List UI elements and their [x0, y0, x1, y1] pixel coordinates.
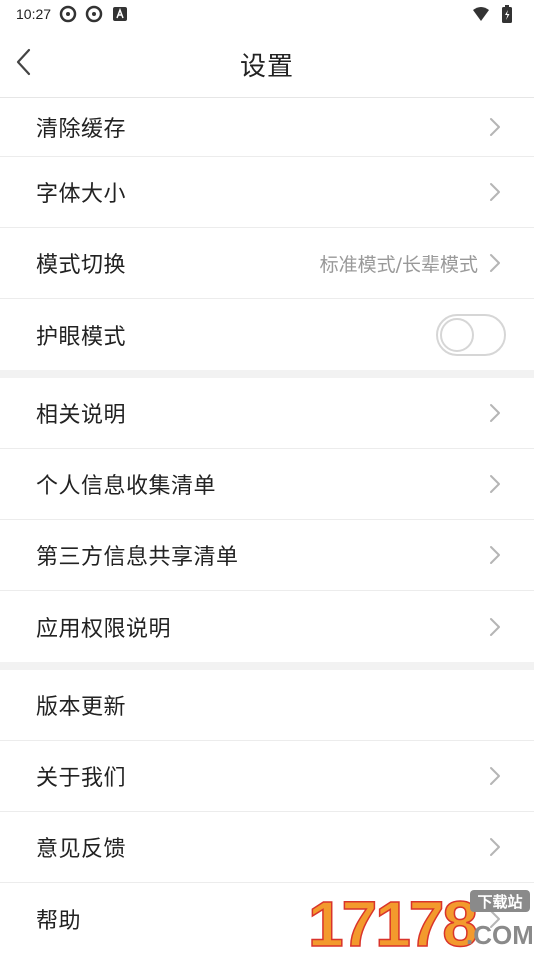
- page-title: 设置: [239, 52, 294, 82]
- setting-label: 清除缓存: [36, 117, 127, 142]
- watermark-badge: 下载站: [477, 893, 522, 911]
- setting-label: 相关说明: [36, 403, 127, 428]
- sync-icon: [59, 5, 77, 23]
- wifi-icon: [472, 5, 490, 23]
- a-icon: [111, 5, 129, 23]
- setting-personal-info-list[interactable]: 个人信息收集清单: [0, 449, 534, 520]
- setting-font-size[interactable]: 字体大小: [0, 157, 534, 228]
- status-right: [472, 5, 516, 23]
- setting-label: 版本更新: [36, 695, 127, 720]
- battery-icon: [498, 5, 516, 23]
- status-left: 10:27: [16, 5, 129, 23]
- setting-label: 意见反馈: [36, 837, 127, 862]
- setting-label: 应用权限说明: [36, 616, 172, 642]
- setting-related-info[interactable]: 相关说明: [0, 378, 534, 449]
- watermark-suffix: .COM: [466, 920, 532, 950]
- app-header: 设置: [0, 28, 534, 98]
- setting-label: 关于我们: [36, 766, 127, 791]
- chevron-right-icon: [488, 616, 502, 638]
- setting-third-party-sharing[interactable]: 第三方信息共享清单: [0, 520, 534, 591]
- watermark-digits: 17178: [308, 888, 476, 950]
- site-watermark-logo: 17178 下载站 .COM: [307, 888, 532, 950]
- chevron-right-icon: [488, 836, 502, 858]
- setting-label: 帮助: [36, 908, 82, 934]
- setting-app-permissions[interactable]: 应用权限说明: [0, 591, 534, 662]
- setting-value: 标准模式/长辈模式: [319, 253, 478, 276]
- setting-label: 护眼模式: [36, 324, 127, 350]
- setting-label: 字体大小: [36, 182, 127, 207]
- chevron-right-icon: [488, 765, 502, 787]
- group-divider: [0, 662, 534, 670]
- chevron-right-icon: [488, 544, 502, 566]
- chevron-right-icon: [488, 116, 502, 138]
- status-time: 10:27: [16, 6, 52, 22]
- setting-mode-switch[interactable]: 模式切换 标准模式/长辈模式: [0, 228, 534, 299]
- setting-label: 个人信息收集清单: [36, 474, 217, 499]
- setting-clear-cache[interactable]: 清除缓存: [0, 98, 534, 157]
- group-divider: [0, 370, 534, 378]
- setting-feedback[interactable]: 意见反馈: [0, 812, 534, 883]
- setting-label: 第三方信息共享清单: [36, 545, 239, 570]
- status-bar: 10:27: [0, 0, 534, 28]
- chevron-right-icon: [488, 181, 502, 203]
- setting-eye-care: 护眼模式: [0, 299, 534, 370]
- settings-list: 清除缓存 字体大小 模式切换 标准模式/长辈模式 护眼模式 相关说明 个人信息收…: [0, 98, 534, 954]
- toggle-knob: [440, 317, 474, 352]
- setting-about-us[interactable]: 关于我们: [0, 741, 534, 812]
- chevron-right-icon: [488, 402, 502, 424]
- sync-icon: [85, 5, 103, 23]
- setting-label: 模式切换: [36, 253, 127, 278]
- eye-care-toggle[interactable]: [436, 313, 506, 356]
- chevron-right-icon: [488, 252, 502, 274]
- chevron-right-icon: [488, 473, 502, 495]
- setting-version-update[interactable]: 版本更新: [0, 670, 534, 741]
